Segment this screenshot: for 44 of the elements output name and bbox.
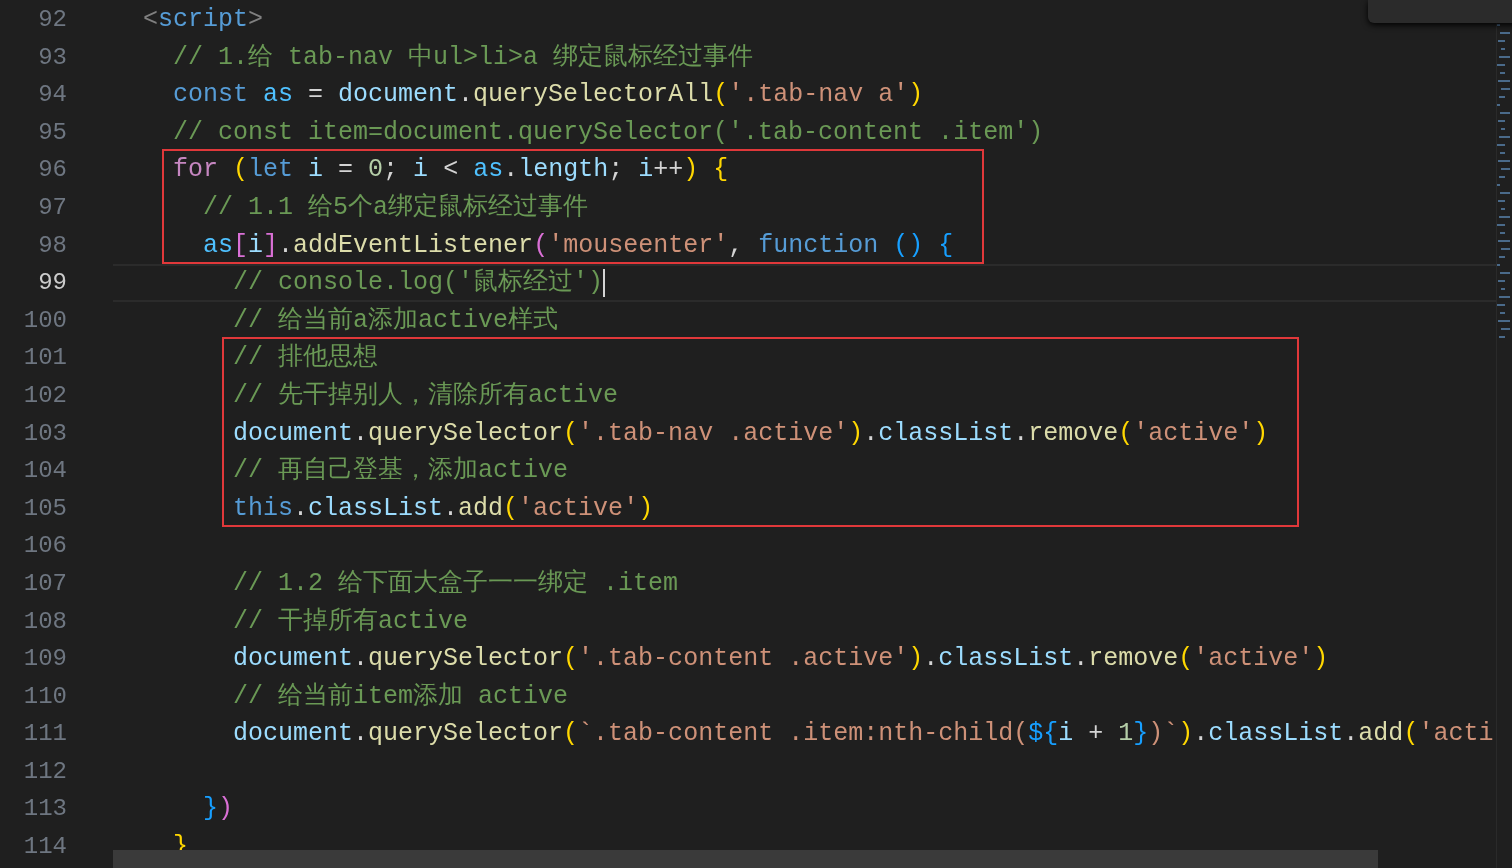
code-line: // 再自己登基，添加active	[233, 456, 569, 486]
code-line: // 先干掉别人，清除所有active	[233, 380, 619, 410]
code-line: // 干掉所有active	[233, 606, 469, 636]
line-number: 93	[37, 42, 68, 73]
code-line: // 1.给 tab-nav 中ul>li>a 绑定鼠标经过事件	[173, 42, 754, 72]
code-line: const as = document.querySelectorAll('.tab-nav a')	[173, 80, 924, 110]
code-line: // 1.2 给下面大盒子一一绑定 .item	[233, 568, 679, 598]
line-number: 99	[37, 268, 68, 299]
line-number: 97	[37, 192, 68, 223]
line-number: 105	[22, 493, 68, 524]
code-line: document.querySelector('.tab-content .active').classList.remove('active')	[233, 644, 1329, 674]
line-number: 98	[37, 230, 68, 261]
line-number: 94	[37, 80, 68, 111]
line-number: 104	[22, 456, 68, 487]
line-number: 92	[37, 5, 68, 35]
line-number: 107	[22, 568, 68, 599]
code-line: as[i].addEventListener('mouseenter', function () {	[203, 230, 954, 260]
code-line: // 给当前a添加active样式	[233, 305, 559, 335]
code-line: // 1.1 给5个a绑定鼠标经过事件	[203, 192, 589, 222]
code-line: // console.log('鼠标经过')	[233, 268, 604, 298]
line-number: 113	[22, 794, 68, 825]
line-number: 109	[22, 644, 68, 675]
line-number: 111	[22, 719, 68, 750]
line-number: 101	[22, 343, 68, 374]
line-number: 100	[22, 305, 68, 336]
code-line: <script>	[143, 5, 264, 34]
line-number: 103	[22, 418, 68, 449]
code-line: // 排他思想	[233, 343, 378, 373]
line-number: 108	[22, 606, 68, 637]
code-line: document.querySelector(`.tab-content .item:nth-child(${i + 1})`).classList.add('acti	[233, 719, 1494, 749]
code-line: document.querySelector('.tab-nav .active').classList.remove('active')	[233, 418, 1269, 448]
line-number: 112	[22, 756, 68, 787]
line-number: 96	[37, 155, 68, 186]
line-number: 95	[37, 117, 68, 148]
text-cursor	[603, 268, 606, 297]
line-number: 110	[22, 681, 68, 712]
code-line: // const item=document.querySelector('.tab-content .item')	[173, 117, 1044, 147]
code-line: // 给当前item添加 active	[233, 681, 569, 711]
line-number: 114	[22, 832, 68, 863]
code-line: })	[203, 794, 234, 824]
line-number: 106	[22, 531, 68, 562]
code-line: for (let i = 0; i < as.length; i++) {	[173, 155, 729, 185]
code-line: this.classList.add('active')	[233, 493, 654, 523]
line-number: 102	[22, 380, 68, 411]
